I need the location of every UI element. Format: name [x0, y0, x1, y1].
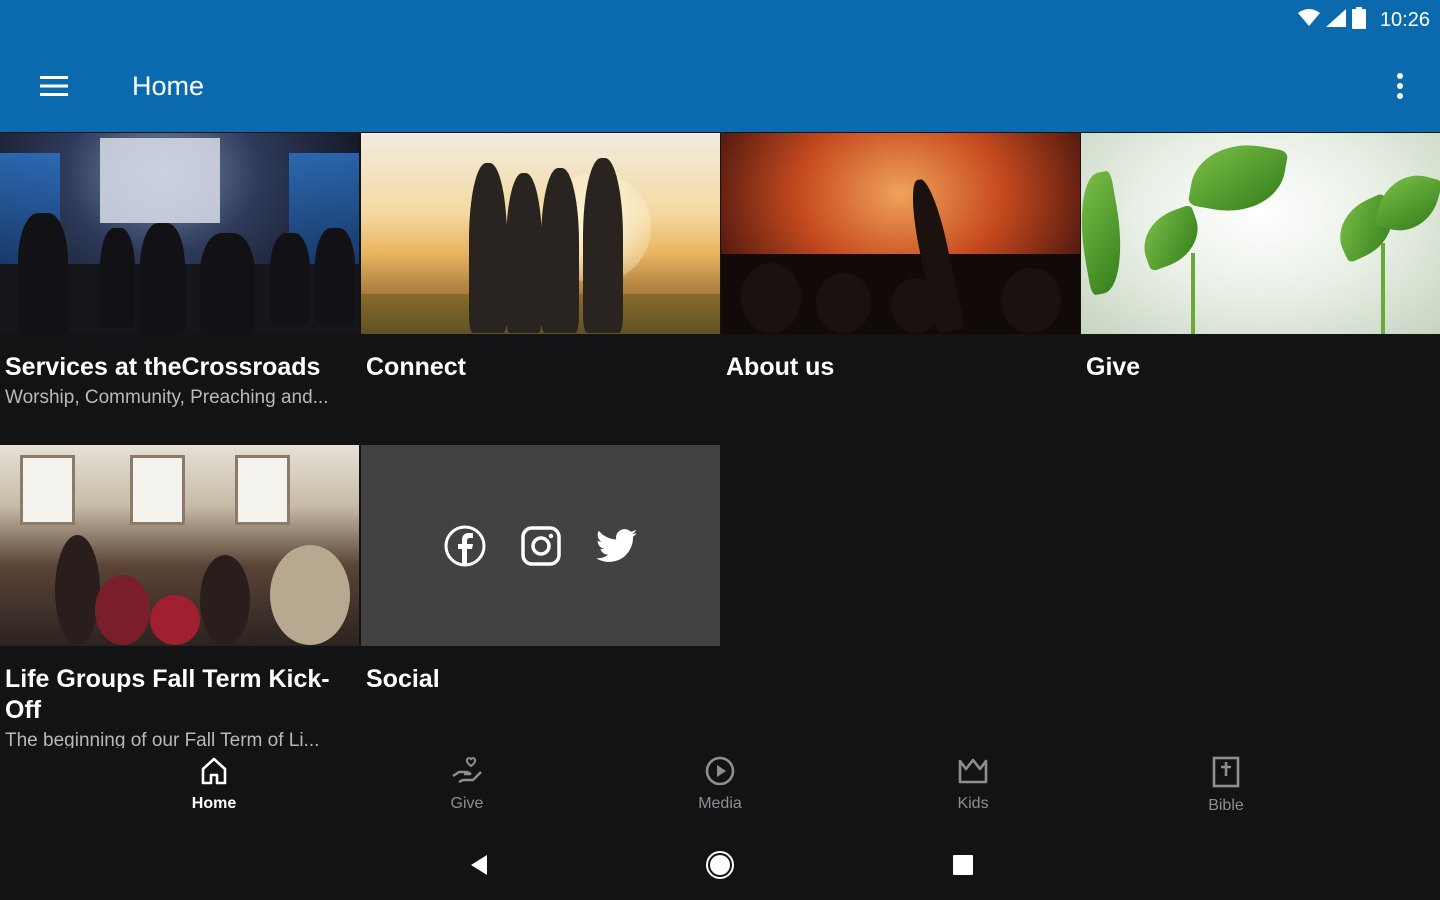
nav-item-bible[interactable]: Bible: [1156, 756, 1296, 826]
nav-item-home[interactable]: Home: [144, 756, 284, 826]
nav-item-media[interactable]: Media: [650, 756, 790, 826]
nav-label: Media: [698, 795, 742, 812]
status-time: 10:26: [1379, 8, 1430, 31]
give-image: [1081, 133, 1440, 334]
nav-label: Home: [191, 795, 237, 812]
tile-title: Connect: [366, 353, 466, 381]
content-grid: Services at theCrossroads Worship, Commu…: [0, 133, 1440, 748]
bible-icon: [1212, 756, 1240, 793]
page-title: Home: [132, 70, 205, 101]
instagram-icon[interactable]: [519, 524, 563, 568]
tile-title: Services at theCrossroads: [5, 353, 321, 381]
tile-life-groups[interactable]: Life Groups Fall Term Kick-Off The begin…: [0, 445, 360, 748]
tile-title: About us: [726, 353, 835, 381]
crown-icon: [957, 756, 989, 791]
play-circle-icon: [705, 756, 735, 791]
tile-services[interactable]: Services at theCrossroads Worship, Commu…: [0, 133, 360, 409]
nav-item-give[interactable]: Give: [397, 756, 537, 826]
home-icon: [199, 756, 229, 791]
tile-give[interactable]: Give: [1081, 133, 1440, 383]
status-bar: 10:26: [1297, 6, 1430, 34]
social-panel: [361, 445, 720, 646]
recents-icon[interactable]: [948, 850, 978, 880]
nav-item-kids[interactable]: Kids: [903, 756, 1043, 826]
services-image: [0, 133, 359, 334]
about-us-image: [721, 133, 1080, 334]
facebook-icon[interactable]: [443, 524, 487, 568]
more-vert-icon[interactable]: [1382, 62, 1418, 110]
tile-subtitle: The beginning of our Fall Term of Li...: [5, 730, 320, 748]
top-app-bar: 10:26 Home: [0, 0, 1440, 132]
tile-subtitle: Worship, Community, Preaching and...: [5, 387, 329, 408]
back-icon[interactable]: [463, 850, 493, 880]
twitter-icon[interactable]: [595, 524, 639, 568]
cellular-icon: [1325, 8, 1346, 32]
nav-label: Bible: [1208, 797, 1244, 814]
battery-icon: [1351, 6, 1366, 34]
tile-title: Give: [1086, 353, 1141, 381]
tile-title: Life Groups Fall Term Kick-Off: [5, 665, 330, 724]
tile-social[interactable]: Social: [361, 445, 721, 695]
bottom-navigation: Home Give Media Kids Bible: [0, 748, 1440, 828]
home-circle-icon[interactable]: [705, 850, 735, 880]
system-navigation-bar: [0, 828, 1440, 900]
connect-image: [361, 133, 720, 334]
nav-label: Give: [450, 795, 484, 812]
nav-label: Kids: [957, 795, 989, 812]
give-hand-heart-icon: [451, 756, 483, 791]
tile-title: Social: [366, 665, 440, 693]
life-groups-image: [0, 445, 359, 646]
tile-connect[interactable]: Connect: [361, 133, 721, 383]
tile-about-us[interactable]: About us: [721, 133, 1081, 383]
app-bar: Home: [0, 50, 1440, 122]
wifi-icon: [1297, 8, 1320, 32]
hamburger-menu-icon[interactable]: [26, 58, 82, 114]
